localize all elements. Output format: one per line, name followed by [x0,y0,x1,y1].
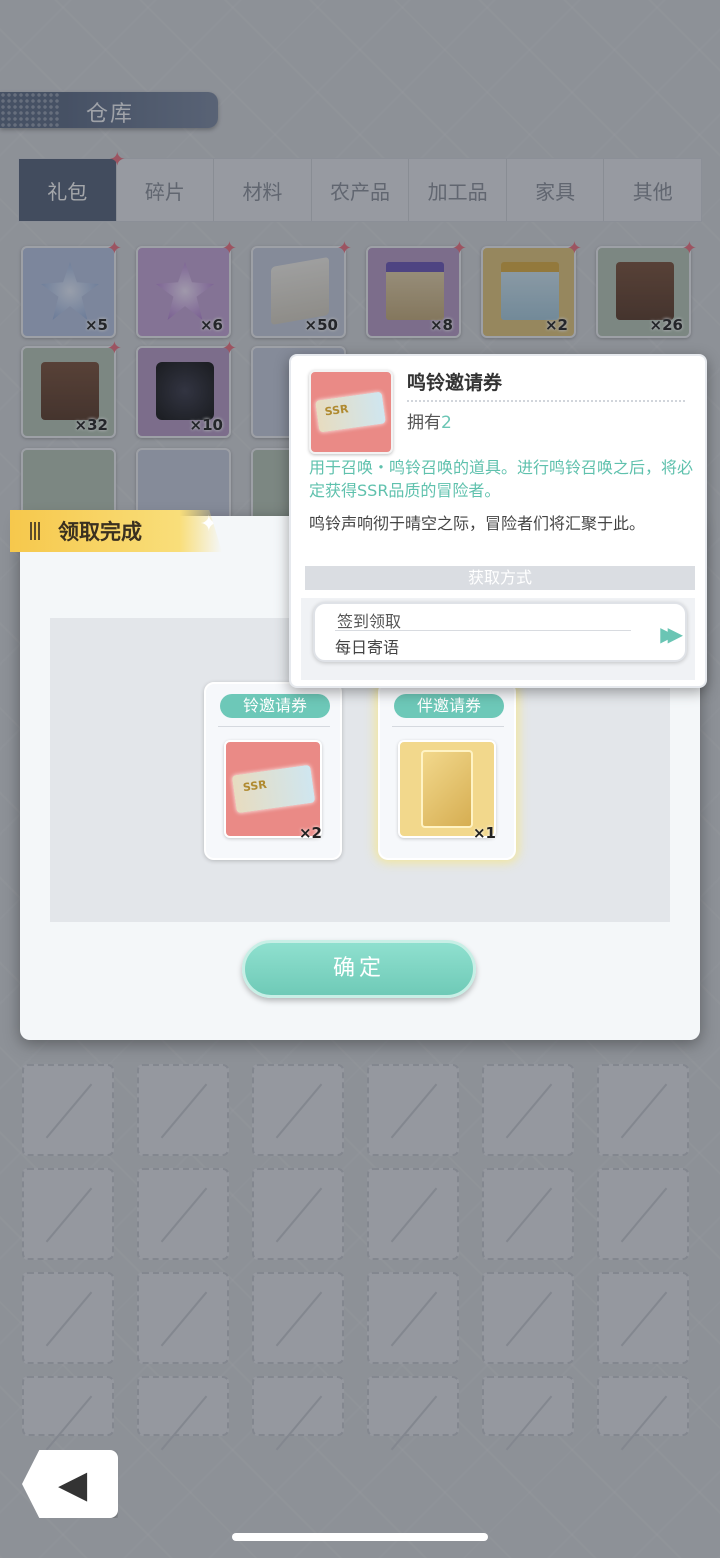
source-list: 签到领取 每日寄语 ▶▶ [301,598,695,680]
item-description: 用于召唤・鸣铃召唤的道具。进行鸣铃召唤之后，将必定获得SSR品质的冒险者。 [309,458,694,500]
claim-title-banner: 领取完成 ✦ [10,510,222,552]
source-location: 每日寄语 [335,638,400,657]
home-indicator[interactable] [232,1533,488,1541]
source-header: 获取方式 [305,566,695,590]
owned-value: 2 [441,413,452,433]
ssr-ticket-icon [309,370,393,454]
confirm-button[interactable]: 确定 [242,940,476,998]
fast-forward-icon[interactable]: ▶▶ [660,622,683,646]
sparkle-icon: ✦ [199,512,218,537]
claim-title: 领取完成 [58,520,142,544]
owned-count: 拥有2 [407,408,452,433]
reward-count: ×1 [472,824,496,842]
item-name: 鸣铃邀请券 [407,372,503,394]
source-entry[interactable]: 签到领取 每日寄语 ▶▶ [313,602,687,662]
reward-count: ×2 [298,824,322,842]
divider [407,400,685,402]
owned-label: 拥有 [407,413,441,433]
back-arrow-icon: ◀ [58,1462,88,1506]
banner-grip-icon [30,522,42,540]
reward-card[interactable]: 伴邀请券 ×1 [378,682,516,860]
divider [335,630,631,631]
item-flavor-text: 鸣铃声响彻于晴空之际，冒险者们将汇聚于此。 [309,514,646,533]
divider [218,726,330,727]
reward-card[interactable]: 铃邀请券 ×2 [204,682,342,860]
back-button[interactable]: ◀ [22,1450,118,1518]
reward-name: 伴邀请券 [394,694,504,718]
divider [392,726,504,727]
reward-name: 铃邀请券 [220,694,330,718]
item-detail-tooltip: 鸣铃邀请券 拥有2 用于召唤・鸣铃召唤的道具。进行鸣铃召唤之后，将必定获得SSR… [289,354,707,688]
source-method: 签到领取 [337,612,402,631]
